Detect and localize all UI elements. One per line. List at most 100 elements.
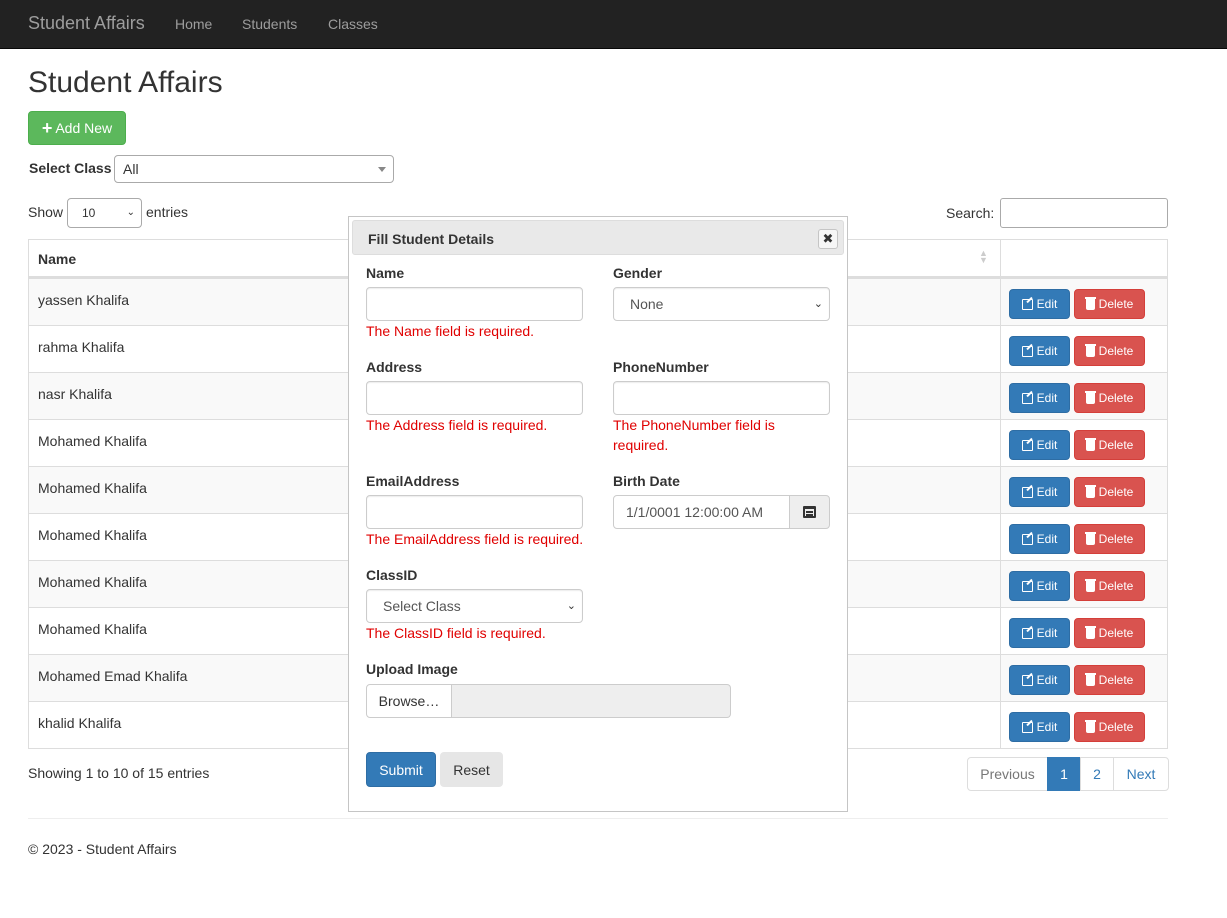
edit-button[interactable]: Edit: [1009, 665, 1070, 695]
footer-divider: [28, 818, 1168, 819]
nav-home[interactable]: Home: [175, 16, 212, 32]
name-error: The Name field is required.: [366, 323, 535, 339]
add-new-button[interactable]: + Add New: [28, 111, 126, 145]
trash-icon: [1084, 531, 1096, 545]
edit-icon: [1021, 486, 1033, 498]
pagination-page-1[interactable]: 1: [1047, 757, 1081, 791]
student-name: Mohamed Emad Khalifa: [38, 668, 188, 684]
address-field[interactable]: [366, 381, 583, 415]
edit-icon: [1021, 627, 1033, 639]
delete-button[interactable]: Delete: [1074, 618, 1145, 648]
sort-icon[interactable]: ▲ ▼: [979, 249, 988, 265]
calendar-button[interactable]: [789, 495, 830, 529]
edit-button[interactable]: Edit: [1009, 289, 1070, 319]
delete-label: Delete: [1098, 673, 1134, 687]
column-divider: [1000, 373, 1001, 419]
chevron-down-icon: ⌄: [566, 600, 576, 612]
edit-icon: [1021, 439, 1033, 451]
name-label: Name: [366, 265, 405, 281]
trash-icon: [1084, 390, 1096, 404]
search-input[interactable]: [1000, 198, 1168, 228]
trash-icon: [1084, 484, 1096, 498]
student-name: Mohamed Khalifa: [38, 621, 147, 637]
student-name: yassen Khalifa: [38, 292, 130, 308]
delete-button[interactable]: Delete: [1074, 336, 1145, 366]
column-header-name[interactable]: Name: [38, 251, 76, 267]
delete-button[interactable]: Delete: [1074, 477, 1145, 507]
student-name: khalid Khalifa: [38, 715, 122, 731]
edit-button[interactable]: Edit: [1009, 618, 1070, 648]
class-id-value: Select Class: [383, 598, 461, 614]
reset-button[interactable]: Reset: [440, 752, 503, 787]
edit-button[interactable]: Edit: [1009, 336, 1070, 366]
delete-button[interactable]: Delete: [1074, 430, 1145, 460]
phone-field[interactable]: [613, 381, 830, 415]
trash-icon: [1084, 578, 1096, 592]
trash-icon: [1084, 625, 1096, 639]
student-name: rahma Khalifa: [38, 339, 125, 355]
delete-button[interactable]: Delete: [1074, 665, 1145, 695]
delete-button[interactable]: Delete: [1074, 383, 1145, 413]
column-divider: [1000, 326, 1001, 372]
student-details-dialog: Fill Student Details ✖ Name The Name fie…: [348, 216, 848, 812]
column-divider: [1000, 702, 1001, 748]
trash-icon: [1084, 296, 1096, 310]
file-name-display[interactable]: [452, 684, 731, 718]
edit-button[interactable]: Edit: [1009, 383, 1070, 413]
class-filter-value: All: [123, 161, 139, 177]
email-field[interactable]: [366, 495, 583, 529]
name-field[interactable]: [366, 287, 583, 321]
nav-classes[interactable]: Classes: [328, 16, 378, 32]
edit-icon: [1021, 392, 1033, 404]
edit-icon: [1021, 298, 1033, 310]
trash-icon: [1084, 672, 1096, 686]
birth-date-field[interactable]: 1/1/0001 12:00:00 AM: [613, 495, 790, 529]
delete-button[interactable]: Delete: [1074, 712, 1145, 742]
delete-label: Delete: [1098, 297, 1134, 311]
gender-select[interactable]: None ⌄: [613, 287, 830, 321]
gender-value: None: [630, 296, 664, 312]
student-name: Mohamed Khalifa: [38, 480, 147, 496]
edit-label: Edit: [1036, 720, 1058, 734]
edit-button[interactable]: Edit: [1009, 712, 1070, 742]
trash-icon: [1084, 343, 1096, 357]
page-length-select[interactable]: 10 ⌄: [67, 198, 142, 228]
column-divider: [1000, 420, 1001, 466]
submit-button[interactable]: Submit: [366, 752, 436, 787]
class-id-select[interactable]: Select Class ⌄: [366, 589, 583, 623]
email-label: EmailAddress: [366, 473, 460, 489]
delete-label: Delete: [1098, 438, 1134, 452]
close-icon[interactable]: ✖: [818, 229, 838, 249]
address-label: Address: [366, 359, 423, 375]
navbar-brand[interactable]: Student Affairs: [28, 13, 145, 34]
browse-button[interactable]: Browse…: [366, 684, 452, 718]
class-filter-select[interactable]: All: [114, 155, 394, 183]
edit-label: Edit: [1036, 391, 1058, 405]
delete-button[interactable]: Delete: [1074, 571, 1145, 601]
trash-icon: [1084, 437, 1096, 451]
delete-label: Delete: [1098, 485, 1134, 499]
edit-button[interactable]: Edit: [1009, 477, 1070, 507]
column-divider: [1000, 608, 1001, 654]
edit-label: Edit: [1036, 344, 1058, 358]
chevron-down-icon: ⌄: [126, 207, 135, 218]
delete-button[interactable]: Delete: [1074, 524, 1145, 554]
pagination-next[interactable]: Next: [1113, 757, 1169, 791]
phone-error-line1: The PhoneNumber field is: [613, 417, 775, 433]
caret-down-icon: [378, 167, 386, 172]
nav-students[interactable]: Students: [242, 16, 297, 32]
delete-button[interactable]: Delete: [1074, 289, 1145, 319]
column-divider: [1000, 467, 1001, 513]
student-name: Mohamed Khalifa: [38, 433, 147, 449]
edit-button[interactable]: Edit: [1009, 524, 1070, 554]
pagination-previous[interactable]: Previous: [967, 757, 1048, 791]
pagination: Previous 1 2 Next: [967, 757, 1169, 791]
edit-label: Edit: [1036, 673, 1058, 687]
delete-label: Delete: [1098, 626, 1134, 640]
dialog-titlebar[interactable]: Fill Student Details ✖: [352, 220, 844, 255]
edit-label: Edit: [1036, 579, 1058, 593]
edit-button[interactable]: Edit: [1009, 571, 1070, 601]
page-title: Student Affairs: [28, 66, 223, 99]
pagination-page-2[interactable]: 2: [1080, 757, 1114, 791]
edit-button[interactable]: Edit: [1009, 430, 1070, 460]
